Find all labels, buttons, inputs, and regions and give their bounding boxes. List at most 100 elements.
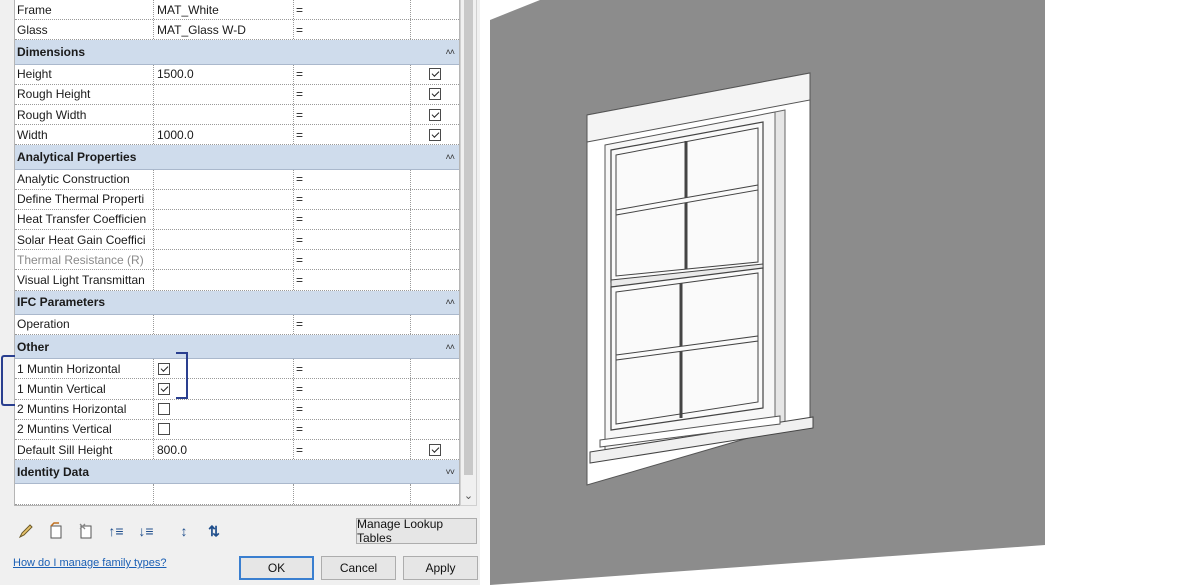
group-header[interactable]: Dimensions ˄˄ bbox=[15, 40, 459, 65]
parameter-row[interactable]: 2 Muntins Vertical = bbox=[15, 419, 459, 440]
lock-checkbox[interactable] bbox=[429, 128, 441, 141]
group-header[interactable]: Identity Data ˅˅ bbox=[15, 460, 459, 485]
parameter-row[interactable]: Visual Light Transmittan = bbox=[15, 270, 459, 291]
parameter-value-checkbox-cell[interactable] bbox=[154, 399, 294, 419]
lock-checkbox[interactable] bbox=[429, 443, 441, 456]
parameter-lock-cell[interactable] bbox=[411, 210, 459, 229]
parameter-formula[interactable]: = bbox=[294, 104, 411, 125]
parameter-value[interactable] bbox=[154, 270, 294, 290]
parameter-formula[interactable]: = bbox=[294, 399, 411, 419]
parameter-lock-cell[interactable] bbox=[411, 359, 459, 378]
parameter-formula[interactable]: = bbox=[294, 419, 411, 439]
sort-ascending-icon[interactable]: ↕ bbox=[172, 519, 196, 543]
parameter-formula[interactable]: = bbox=[294, 250, 411, 270]
checked-checkbox[interactable] bbox=[158, 362, 170, 375]
unchecked-checkbox[interactable] bbox=[158, 403, 170, 416]
parameter-lock-cell[interactable] bbox=[411, 105, 459, 124]
parameter-row[interactable]: 1 Muntin Horizontal = bbox=[15, 359, 459, 380]
parameter-formula[interactable]: = bbox=[294, 230, 411, 250]
parameter-row[interactable]: Analytic Construction = bbox=[15, 169, 459, 190]
parameter-formula[interactable]: = bbox=[294, 189, 411, 209]
apply-button[interactable]: Apply bbox=[403, 556, 478, 580]
parameter-row[interactable]: Define Thermal Properti = bbox=[15, 189, 459, 210]
parameter-row[interactable]: 2 Muntins Horizontal = bbox=[15, 399, 459, 420]
parameter-row[interactable]: Default Sill Height 800.0 = bbox=[15, 439, 459, 461]
parameter-formula[interactable]: = bbox=[294, 0, 411, 20]
lock-checkbox[interactable] bbox=[429, 108, 441, 121]
collapse-icon[interactable]: ˄˄ bbox=[445, 297, 454, 307]
collapse-icon[interactable]: ˄˄ bbox=[445, 342, 454, 352]
parameter-lock-cell[interactable] bbox=[411, 125, 459, 144]
parameter-row[interactable]: Rough Width = bbox=[15, 104, 459, 126]
lock-checkbox[interactable] bbox=[429, 68, 441, 81]
edit-pencil-icon[interactable] bbox=[14, 519, 38, 543]
parameter-lock-cell[interactable] bbox=[411, 230, 459, 249]
collapse-icon[interactable]: ˄˄ bbox=[445, 47, 454, 57]
parameter-lock-cell[interactable] bbox=[411, 85, 459, 104]
parameter-formula[interactable]: = bbox=[294, 64, 411, 84]
parameter-lock-cell[interactable] bbox=[411, 484, 459, 503]
manage-lookup-tables-button[interactable]: Manage Lookup Tables bbox=[356, 517, 477, 545]
checked-checkbox[interactable] bbox=[158, 382, 170, 395]
parameter-formula[interactable] bbox=[294, 484, 411, 504]
parameter-value-checkbox-cell[interactable] bbox=[154, 419, 294, 439]
parameter-formula[interactable]: = bbox=[294, 314, 411, 334]
delete-parameter-icon[interactable] bbox=[74, 519, 98, 543]
parameter-value[interactable] bbox=[154, 104, 294, 125]
sort-descending-icon[interactable]: ⇅ bbox=[202, 519, 226, 543]
parameter-row[interactable]: Heat Transfer Coefficien = bbox=[15, 209, 459, 231]
parameter-value[interactable] bbox=[154, 314, 294, 334]
parameter-row[interactable]: Height 1500.0 = bbox=[15, 64, 459, 85]
parameter-formula[interactable]: = bbox=[294, 209, 411, 230]
help-link[interactable]: How do I manage family types? bbox=[13, 557, 166, 569]
parameter-value[interactable] bbox=[154, 169, 294, 189]
parameter-value[interactable]: 1000.0 bbox=[154, 125, 294, 145]
group-header[interactable]: Analytical Properties ˄˄ bbox=[15, 145, 459, 170]
move-down-icon[interactable]: ↓≡ bbox=[134, 519, 158, 543]
parameter-formula[interactable]: = bbox=[294, 125, 411, 145]
unchecked-checkbox[interactable] bbox=[158, 423, 170, 436]
vertical-scrollbar[interactable]: ⌄ bbox=[460, 0, 477, 506]
parameter-value[interactable]: MAT_White bbox=[154, 0, 294, 20]
parameter-row[interactable]: Width 1000.0 = bbox=[15, 125, 459, 146]
parameter-formula[interactable]: = bbox=[294, 20, 411, 40]
parameter-formula[interactable]: = bbox=[294, 439, 411, 460]
parameter-value[interactable] bbox=[154, 484, 294, 504]
cancel-button[interactable]: Cancel bbox=[321, 556, 396, 580]
parameter-value[interactable] bbox=[154, 209, 294, 230]
collapse-icon[interactable]: ˄˄ bbox=[445, 152, 454, 162]
parameter-formula[interactable]: = bbox=[294, 84, 411, 104]
parameter-lock-cell[interactable] bbox=[411, 65, 459, 84]
parameter-formula[interactable]: = bbox=[294, 169, 411, 189]
group-header[interactable]: Other ˄˄ bbox=[15, 335, 459, 360]
parameter-lock-cell[interactable] bbox=[411, 440, 459, 459]
parameter-value[interactable] bbox=[154, 189, 294, 209]
parameter-formula[interactable]: = bbox=[294, 379, 411, 399]
scroll-down-arrow-icon[interactable]: ⌄ bbox=[461, 489, 476, 503]
parameter-row[interactable]: Thermal Resistance (R) = bbox=[15, 250, 459, 271]
parameter-lock-cell[interactable] bbox=[411, 379, 459, 398]
parameter-value[interactable] bbox=[154, 84, 294, 104]
parameter-value[interactable] bbox=[154, 250, 294, 270]
parameter-value[interactable]: 1500.0 bbox=[154, 64, 294, 84]
parameter-formula[interactable]: = bbox=[294, 270, 411, 290]
parameter-value[interactable]: MAT_Glass W-D bbox=[154, 20, 294, 40]
parameter-lock-cell[interactable] bbox=[411, 20, 459, 39]
parameter-row[interactable]: Rough Height = bbox=[15, 84, 459, 105]
parameter-row[interactable]: Frame MAT_White = bbox=[15, 0, 459, 21]
parameter-lock-cell[interactable] bbox=[411, 420, 459, 439]
lock-checkbox[interactable] bbox=[429, 88, 441, 101]
parameter-row[interactable]: Glass MAT_Glass W-D = bbox=[15, 20, 459, 41]
ok-button[interactable]: OK bbox=[239, 556, 314, 580]
parameter-row[interactable]: Solar Heat Gain Coeffici = bbox=[15, 230, 459, 251]
parameter-lock-cell[interactable] bbox=[411, 270, 459, 289]
parameter-value[interactable] bbox=[154, 230, 294, 250]
parameter-lock-cell[interactable] bbox=[411, 315, 459, 334]
parameter-lock-cell[interactable] bbox=[411, 250, 459, 269]
parameter-lock-cell[interactable] bbox=[411, 190, 459, 209]
new-parameter-icon[interactable] bbox=[44, 519, 68, 543]
parameter-row[interactable]: 1 Muntin Vertical = bbox=[15, 379, 459, 400]
parameter-row[interactable]: Operation = bbox=[15, 314, 459, 335]
group-header[interactable]: IFC Parameters ˄˄ bbox=[15, 290, 459, 315]
3d-view-viewport[interactable] bbox=[480, 0, 1200, 585]
